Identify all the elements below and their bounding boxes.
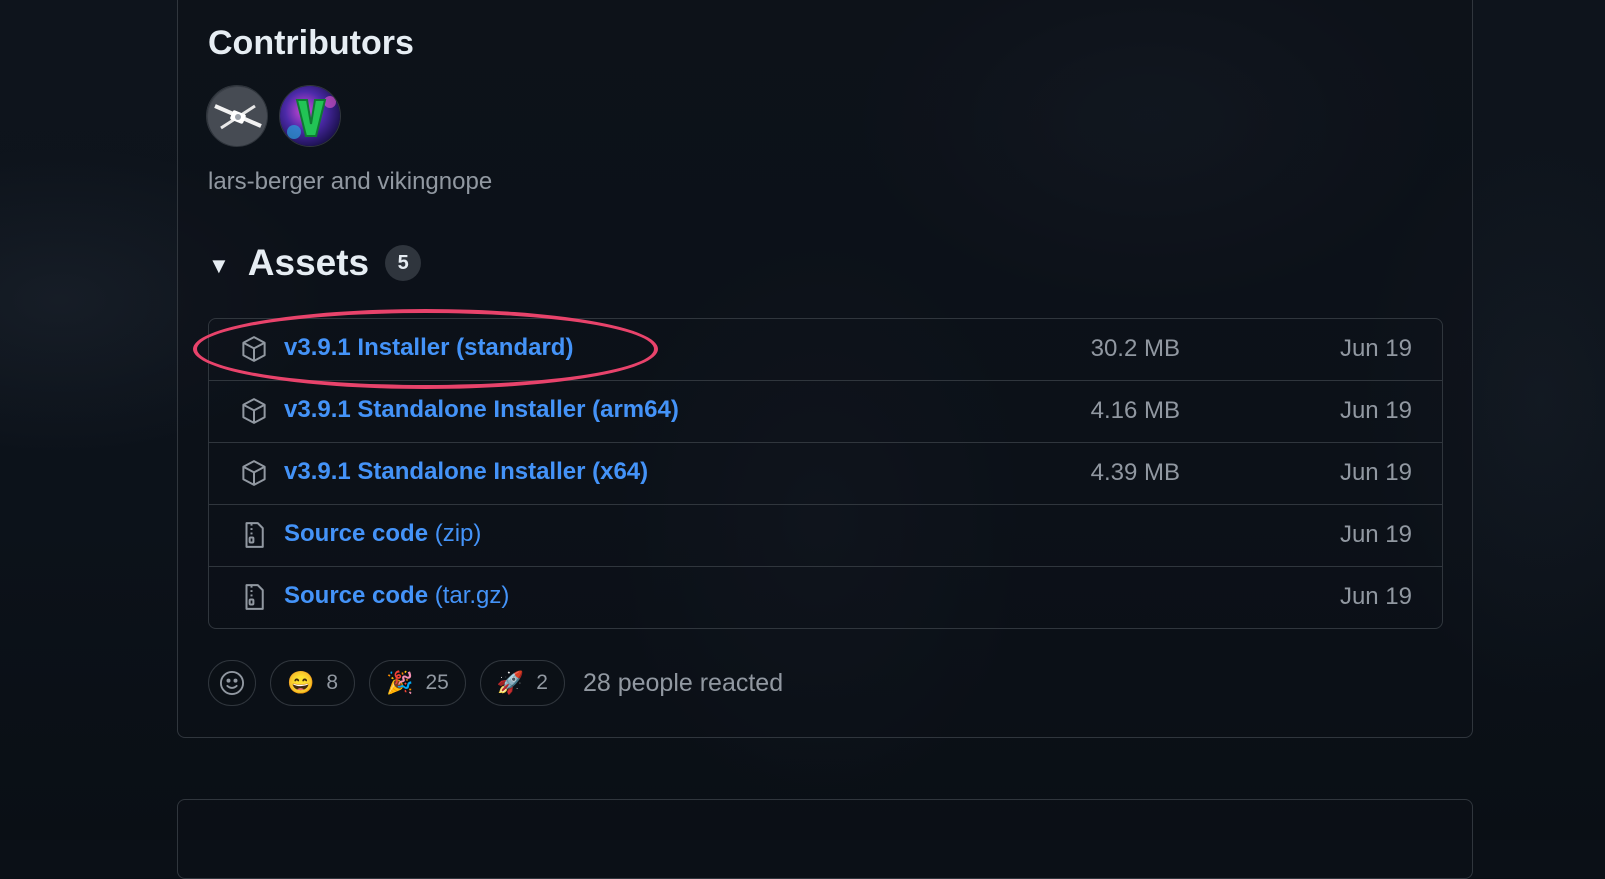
file-zip-icon (245, 522, 264, 548)
asset-row: Source code (tar.gz) Jun 19 (209, 567, 1442, 628)
reaction-count: 2 (536, 671, 548, 694)
asset-date: Jun 19 (1339, 397, 1412, 424)
assets-heading: Assets (247, 242, 370, 283)
asset-date: Jun 19 (1339, 459, 1412, 486)
reaction-laugh-button[interactable]: 😄 8 (270, 660, 356, 706)
asset-row: v3.9.1 Installer (standard) 30.2 MB Jun … (209, 319, 1442, 381)
smiley-icon (219, 670, 245, 696)
assets-header[interactable]: ▼ Assets 5 (208, 238, 422, 288)
package-icon (242, 336, 266, 362)
asset-row: v3.9.1 Standalone Installer (arm64) 4.16… (209, 381, 1442, 443)
asset-row: Source code (zip) Jun 19 (209, 505, 1442, 567)
next-release-card (177, 799, 1473, 879)
asset-date: Jun 19 (1339, 583, 1412, 610)
asset-date: Jun 19 (1339, 521, 1412, 548)
asset-link-installer-standard[interactable]: v3.9.1 Installer (standard) (284, 334, 573, 362)
package-icon (242, 398, 266, 424)
contributors-heading: Contributors (208, 24, 414, 62)
asset-row: v3.9.1 Standalone Installer (x64) 4.39 M… (209, 443, 1442, 505)
package-icon (242, 460, 266, 486)
rocket-icon: 🚀 (496, 670, 525, 695)
asset-link-standalone-x64[interactable]: v3.9.1 Standalone Installer (x64) (284, 458, 648, 486)
asset-link-source-zip[interactable]: Source code (zip) (284, 520, 481, 548)
reaction-count: 25 (425, 671, 449, 694)
file-zip-icon (245, 584, 264, 610)
caret-down-icon[interactable]: ▼ (208, 253, 230, 279)
asset-size: 30.2 MB (1090, 335, 1180, 362)
party-popper-icon: 🎉 (386, 670, 414, 695)
avatar-vikingnope[interactable] (279, 85, 341, 147)
contributors-avatars (206, 85, 341, 147)
contributors-names: lars-berger and vikingnope (208, 168, 493, 195)
reactions-bar: 😄 8 🎉 25 🚀 2 28 people reacted (208, 660, 783, 706)
asset-link-standalone-arm64[interactable]: v3.9.1 Standalone Installer (arm64) (284, 396, 679, 424)
reaction-rocket-button[interactable]: 🚀 2 (479, 660, 565, 706)
avatar-lars-berger[interactable] (206, 85, 268, 147)
asset-date: Jun 19 (1339, 335, 1412, 362)
add-reaction-button[interactable] (208, 660, 256, 706)
reaction-hooray-button[interactable]: 🎉 25 (369, 660, 466, 706)
reaction-count: 8 (326, 671, 339, 694)
asset-size: 4.39 MB (1090, 459, 1180, 486)
asset-link-source-targz[interactable]: Source code (tar.gz) (284, 582, 509, 610)
laugh-emoji-icon: 😄 (287, 670, 315, 695)
asset-size: 4.16 MB (1090, 397, 1180, 424)
assets-count-badge: 5 (385, 245, 422, 281)
reactions-summary: 28 people reacted (582, 668, 784, 697)
assets-list: v3.9.1 Installer (standard) 30.2 MB Jun … (208, 318, 1443, 629)
